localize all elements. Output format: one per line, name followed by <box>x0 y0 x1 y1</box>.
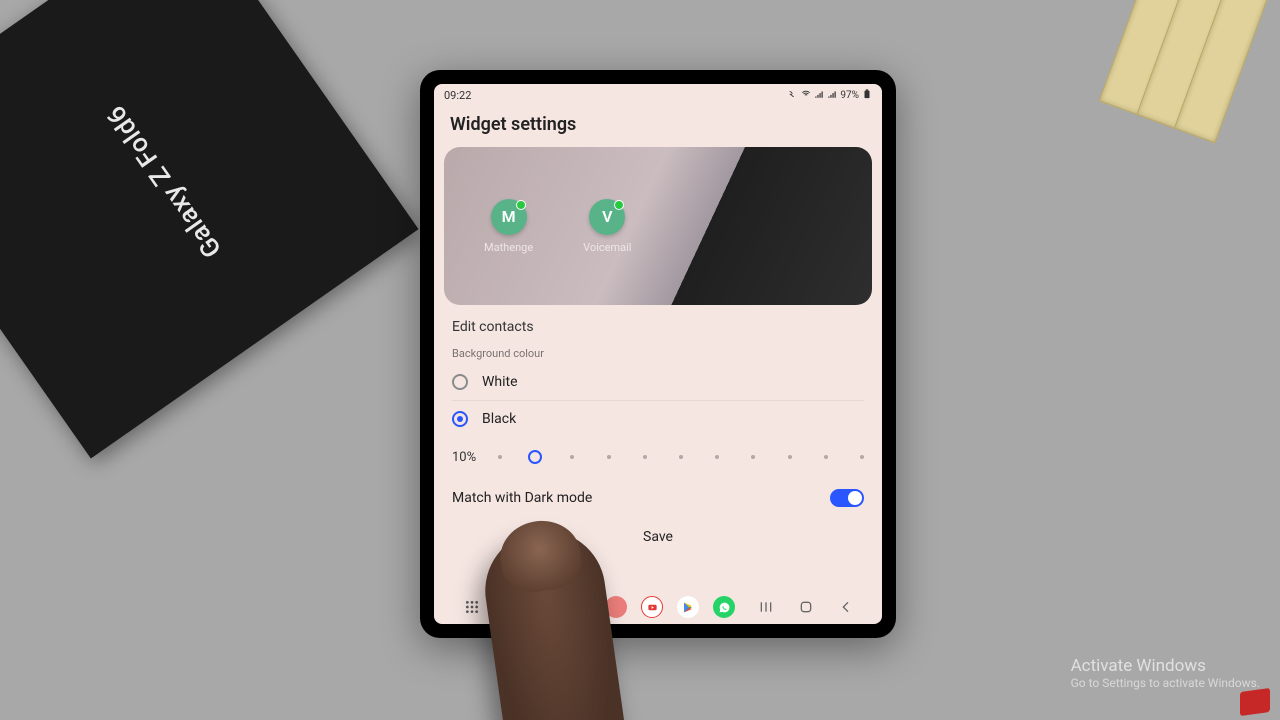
slider-ticks <box>498 447 864 467</box>
watermark-line2: Go to Settings to activate Windows. <box>1071 676 1260 690</box>
corner-badge <box>1240 688 1270 716</box>
home-nav-icon[interactable] <box>797 598 815 616</box>
watermark-line1: Activate Windows <box>1071 656 1260 676</box>
slider-value: 10% <box>452 450 486 465</box>
radio-icon <box>452 411 468 427</box>
wooden-clip-prop <box>1092 0 1280 188</box>
presence-dot-icon <box>516 200 526 210</box>
radio-black[interactable]: Black <box>434 401 882 437</box>
back-nav-icon[interactable] <box>837 598 855 616</box>
nfc-icon <box>788 89 798 102</box>
toggle-switch[interactable] <box>830 489 864 507</box>
windows-watermark: Activate Windows Go to Settings to activ… <box>1071 656 1260 690</box>
edit-contacts-link[interactable]: Edit contacts <box>434 305 882 341</box>
device-screen: 09:22 97% Widget settin <box>434 84 882 624</box>
radio-white[interactable]: White <box>434 364 882 400</box>
avatar: M <box>491 199 527 235</box>
page-title: Widget settings <box>434 106 882 147</box>
opacity-slider[interactable] <box>498 447 864 467</box>
save-button[interactable]: Save <box>643 529 673 545</box>
opacity-slider-row: 10% <box>434 437 882 477</box>
match-dark-mode-row[interactable]: Match with Dark mode <box>434 477 882 519</box>
app-drawer-icon[interactable] <box>461 596 483 618</box>
status-bar: 09:22 97% <box>434 84 882 106</box>
signal-icon-2 <box>827 89 837 102</box>
battery-text: 97% <box>840 90 859 101</box>
product-box-label: Galaxy Z Fold6 <box>101 99 228 263</box>
preview-contact: M Mathenge <box>484 199 533 254</box>
presence-dot-icon <box>614 200 624 210</box>
recents-nav-icon[interactable] <box>757 598 775 616</box>
widget-preview: M Mathenge V Voicemail <box>444 147 872 305</box>
status-time: 09:22 <box>444 89 471 102</box>
play-store-icon[interactable] <box>677 596 699 618</box>
radio-icon <box>452 374 468 390</box>
slider-thumb[interactable] <box>528 450 542 464</box>
youtube-app-icon[interactable] <box>641 596 663 618</box>
contact-name: Voicemail <box>583 241 631 254</box>
toggle-label: Match with Dark mode <box>452 490 592 506</box>
avatar: V <box>589 199 625 235</box>
battery-icon <box>862 89 872 102</box>
wifi-icon <box>801 89 811 102</box>
device-frame: 09:22 97% Widget settin <box>420 70 896 638</box>
preview-contact: V Voicemail <box>583 199 631 254</box>
radio-label: White <box>482 374 518 390</box>
radio-label: Black <box>482 411 516 427</box>
contact-name: Mathenge <box>484 241 533 254</box>
signal-icon <box>814 89 824 102</box>
product-box-prop: Galaxy Z Fold6 <box>0 0 419 459</box>
whatsapp-icon[interactable] <box>713 596 735 618</box>
background-colour-label: Background colour <box>434 341 882 364</box>
